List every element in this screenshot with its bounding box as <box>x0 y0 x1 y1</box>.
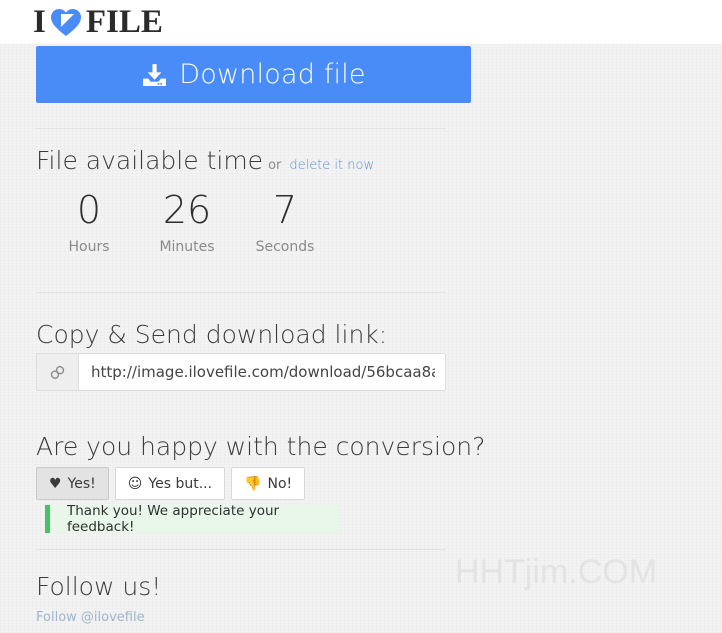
feedback-button-group: ♥ Yes! ☺ Yes but... 👎 No! <box>36 467 311 500</box>
logo-text-suffix: FILE <box>85 3 163 40</box>
download-button-label: Download file <box>179 59 366 90</box>
smiley-icon: ☺ <box>127 475 143 492</box>
divider-share <box>36 292 446 293</box>
divider-footer <box>36 549 446 550</box>
watermark: HHTjim.COM <box>455 553 658 591</box>
feedback-yes-button[interactable]: ♥ Yes! <box>36 467 109 500</box>
countdown-minutes-label: Minutes <box>159 239 215 255</box>
twitter-follow-link[interactable]: Follow @ilovefile <box>36 610 145 625</box>
download-file-button[interactable]: Download file <box>36 46 471 103</box>
feedback-yes-label: Yes! <box>67 475 96 492</box>
download-icon <box>141 62 167 87</box>
countdown-seconds-value: 7 <box>272 188 298 232</box>
download-link-input-group[interactable] <box>36 353 446 391</box>
heart-icon: ♥ <box>49 475 62 492</box>
feedback-thanks-text: Thank you! We appreciate your feedback! <box>67 503 280 535</box>
countdown-minutes-value: 26 <box>162 188 212 232</box>
file-available-time-heading: File available time or delete it now <box>36 146 374 175</box>
countdown-unit-seconds: 7 Seconds <box>236 190 334 255</box>
download-link-input[interactable] <box>79 354 445 390</box>
or-word: or <box>268 158 282 173</box>
countdown-unit-hours: 0 Hours <box>40 190 138 255</box>
feedback-no-button[interactable]: 👎 No! <box>231 467 306 500</box>
site-logo[interactable]: I FILE <box>33 0 163 44</box>
feedback-question: Are you happy with the conversion? <box>36 432 486 461</box>
countdown-hours-value: 0 <box>76 188 102 232</box>
share-link-heading: Copy & Send download link: <box>36 320 388 349</box>
thumbs-down-icon: 👎 <box>244 475 262 492</box>
feedback-no-label: No! <box>267 475 293 492</box>
feedback-thanks-alert: Thank you! We appreciate your feedback! <box>45 503 340 535</box>
countdown-seconds-label: Seconds <box>255 239 315 255</box>
logo-text-prefix: I <box>33 3 46 40</box>
follow-us-heading: Follow us! <box>36 572 162 601</box>
countdown-hours-label: Hours <box>68 239 110 255</box>
divider-top <box>36 128 446 129</box>
countdown-unit-minutes: 26 Minutes <box>138 190 236 255</box>
feedback-yes-but-button[interactable]: ☺ Yes but... <box>114 467 226 500</box>
delete-it-now-link[interactable]: delete it now <box>289 158 374 173</box>
heart-download-icon <box>49 6 83 38</box>
chain-link-icon <box>37 354 79 390</box>
file-available-time-title: File available time <box>36 146 264 175</box>
feedback-yes-but-label: Yes but... <box>148 475 213 492</box>
countdown-timer: 0 Hours 26 Minutes 7 Seconds <box>40 190 334 255</box>
